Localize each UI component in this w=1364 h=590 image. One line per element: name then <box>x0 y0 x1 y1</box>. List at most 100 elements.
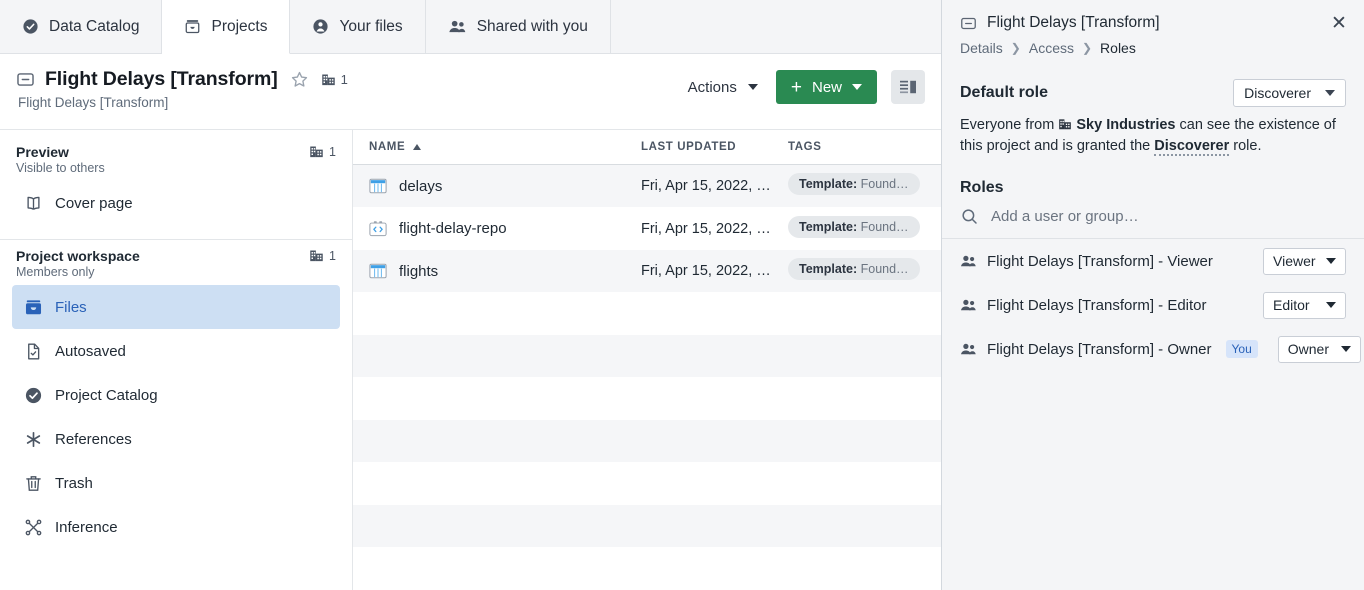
count-label: 1 <box>329 144 336 159</box>
graph-nodes-icon <box>24 518 43 537</box>
file-tags-cell: Template: Found… <box>788 215 925 242</box>
tag-label: Template: <box>799 219 858 234</box>
add-user-search-row[interactable]: Add a user or group… <box>942 197 1364 240</box>
breadcrumb-item-roles: Roles <box>1100 40 1136 56</box>
default-role-select[interactable]: Discoverer <box>1233 79 1346 107</box>
details-panel-title-row: Flight Delays [Transform] <box>960 14 1346 32</box>
code-repo-icon <box>369 220 387 238</box>
role-value: Viewer <box>1273 253 1316 270</box>
breadcrumb-item-access[interactable]: Access <box>1029 40 1074 56</box>
tab-projects[interactable]: Projects <box>162 0 291 54</box>
default-role-value: Discoverer <box>1244 85 1311 101</box>
tab-label: Shared with you <box>476 17 588 35</box>
file-name-cell: flight-delay-repo <box>369 220 641 238</box>
column-header-tags[interactable]: TAGS <box>788 141 925 153</box>
actions-button[interactable]: Actions <box>684 73 762 102</box>
table-empty-row <box>353 292 941 335</box>
chevron-down-icon <box>852 84 862 90</box>
table-empty-row <box>353 377 941 420</box>
details-panel-header: Flight Delays [Transform] ✕ Details ❯ Ac… <box>942 0 1364 66</box>
archive-box-icon <box>24 298 43 317</box>
trash-icon <box>24 474 43 493</box>
tab-shared-with-you[interactable]: Shared with you <box>426 0 611 53</box>
role-entry-name: Flight Delays [Transform] - Owner <box>987 340 1212 358</box>
sidebar-item-references[interactable]: References <box>12 417 340 461</box>
status-badge[interactable]: Template: Found… <box>788 173 920 196</box>
search-input[interactable]: Add a user or group… <box>991 208 1139 225</box>
sidebar-item-cover-page[interactable]: Cover page <box>12 181 340 225</box>
project-header: Flight Delays [Transform] 1 Flight Delay… <box>0 54 941 130</box>
tag-label: Template: <box>799 262 858 277</box>
role-value: Owner <box>1287 341 1329 358</box>
chevron-down-icon <box>1340 346 1351 353</box>
file-name-cell: flights <box>369 262 641 280</box>
details-panel: Flight Delays [Transform] ✕ Details ❯ Ac… <box>941 0 1364 590</box>
top-tab-bar: Data Catalog Projects Your files Shared … <box>0 0 941 54</box>
tag-label: Template: <box>799 177 858 192</box>
side-panel-icon <box>899 79 917 95</box>
tab-label: Data Catalog <box>49 17 140 35</box>
org-count-label: 1 <box>340 72 348 87</box>
close-icon[interactable]: ✕ <box>1328 14 1350 33</box>
role-select-owner[interactable]: Owner <box>1277 335 1361 363</box>
sidebar-item-label: Trash <box>55 474 93 492</box>
column-header-last-updated[interactable]: LAST UPDATED <box>641 141 788 153</box>
sidebar-item-inference[interactable]: Inference <box>12 505 340 549</box>
file-last-updated: Fri, Apr 15, 2022, … <box>641 220 771 237</box>
status-badge[interactable]: Template: Found… <box>788 215 920 238</box>
breadcrumb-item-details[interactable]: Details <box>960 40 1003 56</box>
role-value: Editor <box>1273 297 1310 314</box>
tag-value: Found… <box>860 177 909 192</box>
search-icon <box>960 207 979 226</box>
favorite-star-icon[interactable] <box>288 68 311 91</box>
role-tooltip-link[interactable]: Discoverer <box>1154 138 1230 157</box>
sidebar-section-subtitle: Members only <box>16 265 95 279</box>
file-name-label: delays <box>399 177 443 195</box>
new-button[interactable]: + New <box>775 70 877 104</box>
role-select-editor[interactable]: Editor <box>1263 291 1346 319</box>
sidebar-item-files[interactable]: Files <box>12 285 340 329</box>
sort-ascending-icon <box>413 143 422 150</box>
chevron-down-icon <box>1326 302 1336 309</box>
default-role-section: Default role Discoverer Everyone from Sk… <box>942 66 1364 157</box>
sidebar-item-trash[interactable]: Trash <box>12 461 340 505</box>
tag-value: Found… <box>860 219 909 234</box>
sidebar-item-label: Inference <box>55 518 118 536</box>
details-panel-title: Flight Delays [Transform] <box>987 14 1160 31</box>
sidebar-item-autosaved[interactable]: Autosaved <box>12 329 340 373</box>
table-row[interactable]: delays Fri, Apr 15, 2022, … Template: Fo… <box>353 164 941 208</box>
description-prefix: Everyone from <box>960 117 1059 133</box>
workspace-body: Preview Visible to others 1 Cover page P… <box>0 130 941 590</box>
header-actions: Actions + New <box>684 70 925 104</box>
asterisk-icon <box>24 430 43 449</box>
status-badge[interactable]: Template: Found… <box>788 258 920 281</box>
building-icon <box>321 72 336 87</box>
role-entry-owner: Flight Delays [Transform] - Owner You Ow… <box>942 327 1364 371</box>
role-entry-name: Flight Delays [Transform] - Viewer <box>987 252 1213 270</box>
column-header-name[interactable]: NAME <box>369 141 641 153</box>
tag-value: Found… <box>860 262 909 277</box>
sidebar-item-project-catalog[interactable]: Project Catalog <box>12 373 340 417</box>
archive-box-icon <box>184 18 201 35</box>
document-check-icon <box>24 342 43 361</box>
table-row[interactable]: flights Fri, Apr 15, 2022, … Template: F… <box>353 249 941 293</box>
tab-your-files[interactable]: Your files <box>290 0 426 53</box>
role-entry-viewer: Flight Delays [Transform] - Viewer Viewe… <box>942 239 1364 283</box>
actions-label: Actions <box>687 78 737 96</box>
table-row[interactable]: flight-delay-repo Fri, Apr 15, 2022, … T… <box>353 207 941 250</box>
file-name-label: flight-delay-repo <box>399 220 507 238</box>
main-column: Data Catalog Projects Your files Shared … <box>0 0 941 590</box>
project-sidebar: Preview Visible to others 1 Cover page P… <box>0 130 353 590</box>
building-icon <box>1058 117 1072 133</box>
org-name: Sky Industries <box>1076 117 1176 133</box>
sidebar-section-project-workspace: Project workspace Members only 1 <box>0 240 352 279</box>
people-icon <box>960 297 977 313</box>
check-badge-icon <box>24 386 43 405</box>
tab-data-catalog[interactable]: Data Catalog <box>0 0 163 53</box>
details-panel-toggle-button[interactable] <box>891 70 925 104</box>
file-last-updated: Fri, Apr 15, 2022, … <box>641 263 771 280</box>
file-tags-cell: Template: Found… <box>788 258 925 284</box>
role-select-viewer[interactable]: Viewer <box>1263 247 1346 275</box>
sidebar-item-label: Cover page <box>55 194 133 212</box>
sidebar-section-subtitle: Visible to others <box>16 161 105 175</box>
